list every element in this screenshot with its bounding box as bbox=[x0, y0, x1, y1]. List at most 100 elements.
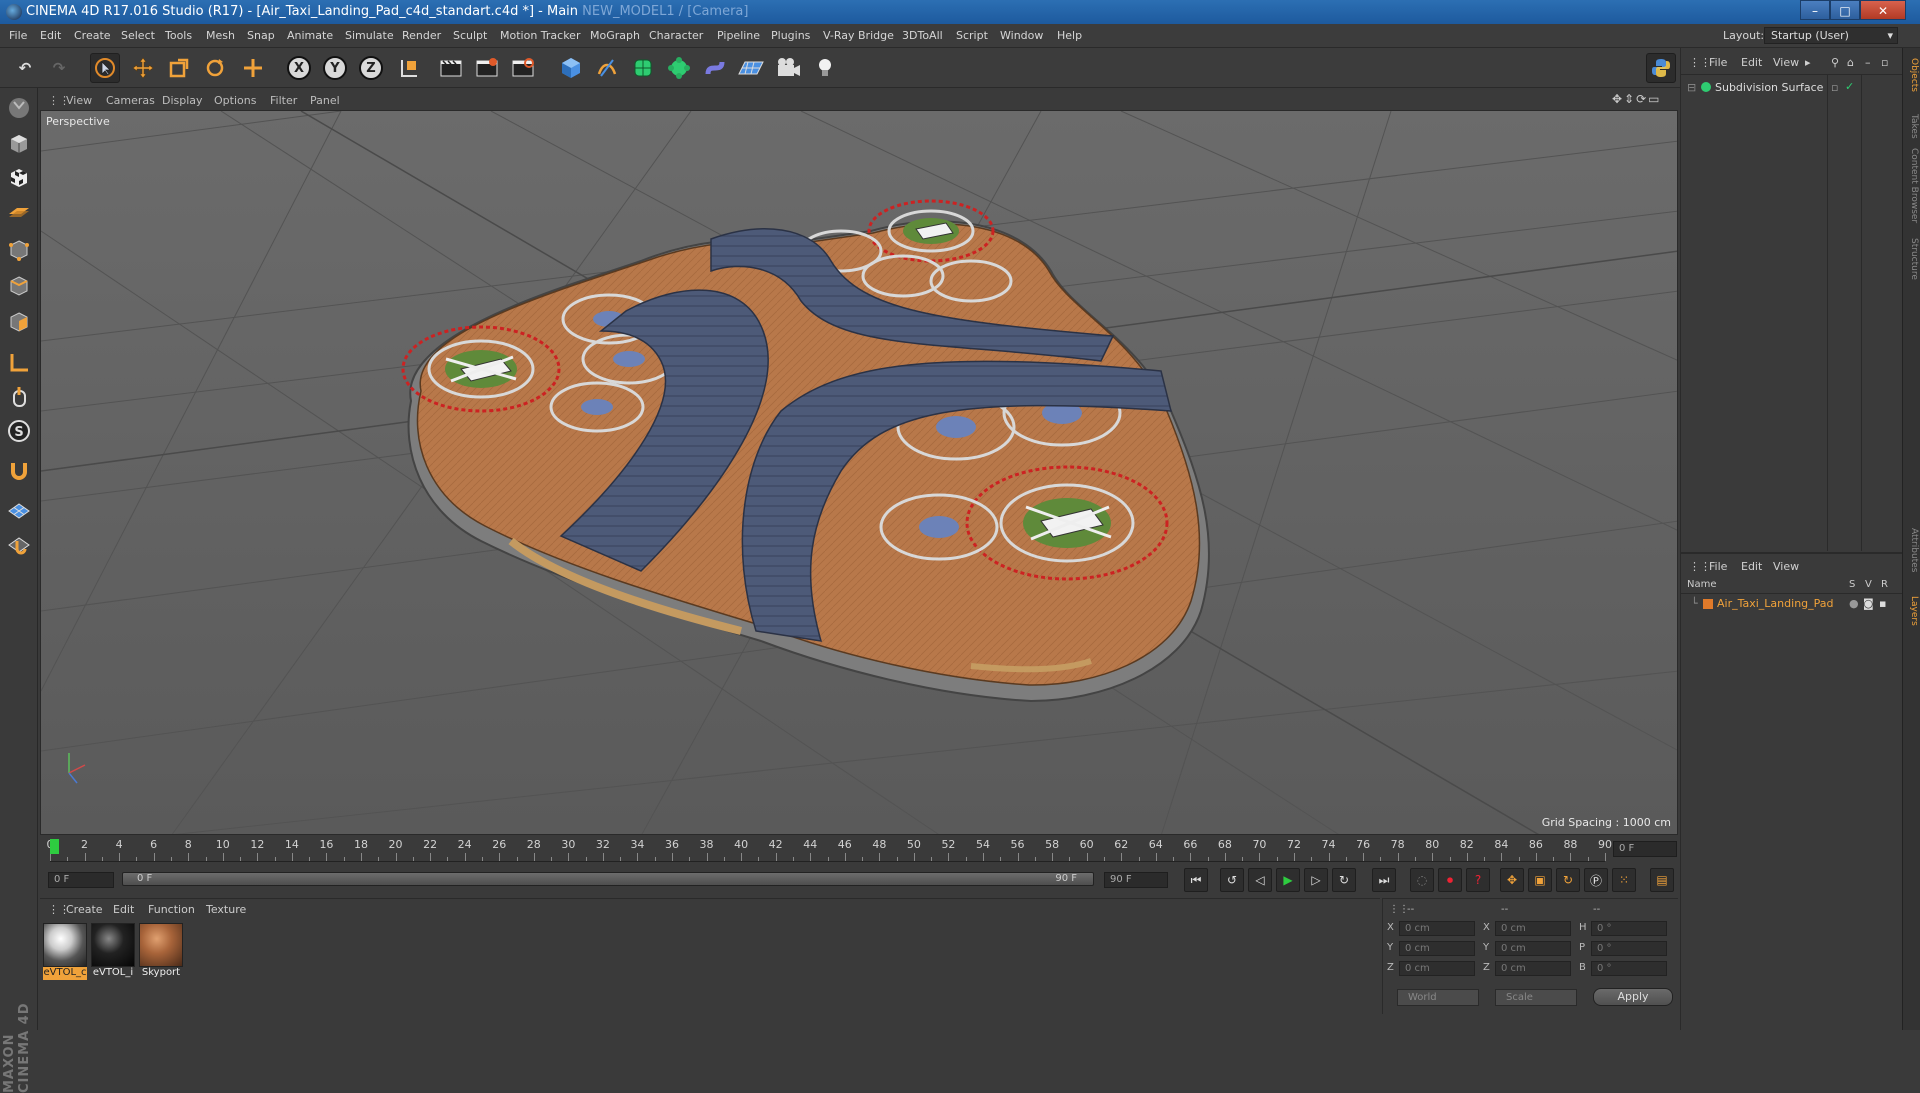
axis-mode-icon[interactable] bbox=[4, 348, 34, 378]
minimize-panel-icon[interactable]: – bbox=[1865, 56, 1871, 69]
menu-character[interactable]: Character bbox=[649, 29, 703, 42]
position-y-field[interactable]: 0 cm bbox=[1399, 941, 1475, 956]
menu-snap[interactable]: Snap bbox=[247, 29, 275, 42]
start-frame-field[interactable]: 0 F bbox=[48, 872, 114, 888]
magnet-icon[interactable] bbox=[4, 456, 34, 486]
size-z-field[interactable]: 0 cm bbox=[1495, 961, 1571, 976]
objects-menu-view[interactable]: View bbox=[1773, 56, 1799, 69]
previous-key-icon[interactable]: ↺ bbox=[1220, 868, 1244, 892]
render-view-icon[interactable] bbox=[436, 53, 466, 83]
menu-sculpt[interactable]: Sculpt bbox=[453, 29, 487, 42]
perspective-viewport[interactable]: Perspective Grid Spacing : 1000 cm bbox=[40, 110, 1678, 835]
tab-structure[interactable]: Structure bbox=[1905, 238, 1919, 280]
layers-menu-edit[interactable]: Edit bbox=[1741, 560, 1762, 573]
light-icon[interactable] bbox=[810, 53, 840, 83]
python-icon[interactable] bbox=[1646, 53, 1676, 83]
material-menu-edit[interactable]: Edit bbox=[113, 903, 134, 916]
material-swatch[interactable]: Skyport bbox=[139, 923, 183, 981]
rotate-icon[interactable] bbox=[200, 53, 230, 83]
position-z-field[interactable]: 0 cm bbox=[1399, 961, 1475, 976]
viewport-menu-options[interactable]: Options bbox=[214, 94, 256, 107]
menu-render[interactable]: Render bbox=[402, 29, 441, 42]
layers-menu-view[interactable]: View bbox=[1773, 560, 1799, 573]
key-parameter-icon[interactable]: Ⓟ bbox=[1584, 868, 1608, 892]
material-swatch[interactable]: eVTOL_i bbox=[91, 923, 135, 981]
position-x-field[interactable]: 0 cm bbox=[1399, 921, 1475, 936]
tab-objects[interactable]: Objects bbox=[1905, 58, 1919, 92]
chevron-right-icon[interactable]: ▸ bbox=[1805, 56, 1811, 69]
menu-pipeline[interactable]: Pipeline bbox=[717, 29, 760, 42]
previous-frame-icon[interactable]: ◁ bbox=[1248, 868, 1272, 892]
end-frame-field[interactable]: 90 F bbox=[1104, 872, 1168, 888]
size-y-field[interactable]: 0 cm bbox=[1495, 941, 1571, 956]
viewport-navigation-icons[interactable]: ✥⇕⟳▭ bbox=[1612, 92, 1662, 106]
key-position-icon[interactable]: ✥ bbox=[1500, 868, 1524, 892]
pen-icon[interactable] bbox=[592, 53, 622, 83]
menu-help[interactable]: Help bbox=[1057, 29, 1082, 42]
key-scale-icon[interactable]: ▣ bbox=[1528, 868, 1552, 892]
layer-tag-icon[interactable]: ▫ bbox=[1831, 81, 1838, 94]
grid-snap-icon[interactable] bbox=[4, 496, 34, 526]
autokey-icon[interactable]: ? bbox=[1466, 868, 1490, 892]
render-toggle-icon[interactable]: ▪ bbox=[1879, 597, 1886, 610]
menu-edit[interactable]: Edit bbox=[40, 29, 61, 42]
tab-takes[interactable]: Takes bbox=[1905, 114, 1919, 139]
subdivision-icon[interactable] bbox=[628, 53, 658, 83]
expand-icon[interactable]: ⊟ bbox=[1687, 81, 1696, 94]
render-settings-icon[interactable] bbox=[508, 53, 538, 83]
model-mode-icon[interactable] bbox=[4, 129, 34, 159]
record-active-icon[interactable]: ⏺ bbox=[1438, 868, 1462, 892]
enabled-check-icon[interactable]: ✓ bbox=[1845, 80, 1854, 93]
objects-menu-edit[interactable]: Edit bbox=[1741, 56, 1762, 69]
coordinate-mode-dropdown[interactable]: World bbox=[1397, 989, 1479, 1006]
menu-select[interactable]: Select bbox=[121, 29, 155, 42]
motion-record-icon[interactable]: ◌ bbox=[1410, 868, 1434, 892]
camera-icon[interactable] bbox=[774, 53, 804, 83]
objects-menu-file[interactable]: File bbox=[1709, 56, 1727, 69]
viewport-menu-display[interactable]: Display bbox=[162, 94, 203, 107]
menu-mograph[interactable]: MoGraph bbox=[590, 29, 640, 42]
axis-z-lock[interactable]: Z bbox=[356, 53, 386, 83]
timeline-window-icon[interactable]: ▤ bbox=[1650, 868, 1674, 892]
undock-icon[interactable]: ▫ bbox=[1881, 56, 1888, 69]
viewport-menu-cameras[interactable]: Cameras bbox=[106, 94, 155, 107]
quantize-icon[interactable] bbox=[4, 530, 34, 560]
polygons-mode-icon[interactable] bbox=[4, 307, 34, 337]
material-swatch[interactable]: eVTOL_c bbox=[43, 923, 87, 981]
array-icon[interactable] bbox=[664, 53, 694, 83]
layout-dropdown[interactable]: Startup (User) ▾ bbox=[1764, 27, 1898, 44]
material-menu-create[interactable]: Create bbox=[66, 903, 103, 916]
minimize-button[interactable]: – bbox=[1800, 0, 1830, 20]
scale-icon[interactable] bbox=[164, 53, 194, 83]
menu-3dtoall[interactable]: 3DToAll bbox=[902, 29, 943, 42]
object-list[interactable]: ⊟ Subdivision Surface ▫ ✓ bbox=[1681, 74, 1903, 551]
make-editable-icon[interactable] bbox=[4, 92, 34, 122]
timeline-playhead[interactable] bbox=[50, 839, 59, 854]
redo-icon[interactable]: ↷ bbox=[44, 53, 74, 83]
home-icon[interactable]: ⌂ bbox=[1847, 56, 1854, 69]
tab-layers[interactable]: Layers bbox=[1905, 596, 1919, 626]
material-menu-texture[interactable]: Texture bbox=[206, 903, 246, 916]
menu-mesh[interactable]: Mesh bbox=[206, 29, 235, 42]
tweak-mode-icon[interactable] bbox=[4, 382, 34, 412]
key-rotation-icon[interactable]: ↻ bbox=[1556, 868, 1580, 892]
layer-row[interactable]: └ Air_Taxi_Landing_Pad ● ◙ ▪ bbox=[1681, 596, 1903, 612]
tab-content-browser[interactable]: Content Browser bbox=[1905, 148, 1919, 223]
rotation-p-field[interactable]: 0 ° bbox=[1591, 941, 1667, 956]
viewport-menu-panel[interactable]: Panel bbox=[310, 94, 340, 107]
material-menu-function[interactable]: Function bbox=[148, 903, 195, 916]
axis-y-lock[interactable]: Y bbox=[320, 53, 350, 83]
render-picture-viewer-icon[interactable] bbox=[472, 53, 502, 83]
next-key-icon[interactable]: ↻ bbox=[1332, 868, 1356, 892]
edges-mode-icon[interactable] bbox=[4, 271, 34, 301]
menu-animate[interactable]: Animate bbox=[287, 29, 333, 42]
menu-vray-bridge[interactable]: V-Ray Bridge bbox=[823, 29, 894, 42]
coordinate-system-icon[interactable] bbox=[394, 53, 424, 83]
visibility-toggle-icon[interactable]: ◙ bbox=[1863, 597, 1874, 610]
size-mode-dropdown[interactable]: Scale bbox=[1495, 989, 1577, 1006]
layer-color-swatch[interactable] bbox=[1703, 599, 1713, 609]
viewport-menu-view[interactable]: View bbox=[66, 94, 92, 107]
floor-icon[interactable] bbox=[736, 53, 766, 83]
live-select-icon[interactable] bbox=[238, 53, 268, 83]
tab-attributes[interactable]: Attributes bbox=[1905, 528, 1919, 572]
